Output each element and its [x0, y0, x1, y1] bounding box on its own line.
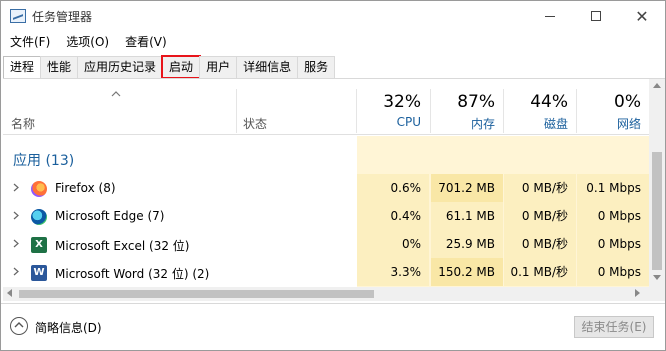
sort-ascending-icon[interactable] — [111, 91, 121, 97]
menu-options[interactable]: 选项(O) — [58, 32, 117, 52]
cpu-cell: 0.6% — [357, 174, 429, 202]
scroll-up-icon[interactable] — [653, 83, 661, 88]
horizontal-scroll-thumb[interactable] — [19, 290, 374, 298]
column-cpu[interactable]: 32% CPU — [357, 79, 429, 134]
network-label: 网络 — [616, 117, 641, 131]
menu-view[interactable]: 查看(V) — [117, 32, 175, 52]
edge-icon — [31, 209, 47, 225]
minimize-button[interactable] — [527, 1, 573, 31]
tab-strip: 进程 性能 应用历史记录 启动 用户 详细信息 服务 — [3, 55, 336, 79]
table-row[interactable]: W Microsoft Word (32 位) (2) 3.3% 150.2 M… — [3, 258, 649, 286]
tab-performance[interactable]: 性能 — [40, 56, 79, 78]
disk-label: 磁盘 — [543, 117, 568, 131]
network-cell: 0 Mbps — [577, 258, 649, 286]
tab-processes[interactable]: 进程 — [3, 56, 42, 79]
process-name: Microsoft Word (32 位) (2) — [55, 267, 210, 281]
memory-cell: 150.2 MB — [431, 258, 503, 286]
scroll-left-icon[interactable] — [7, 289, 12, 297]
cpu-cell: 0% — [357, 230, 429, 258]
memory-cell: 25.9 MB — [431, 230, 503, 258]
word-icon: W — [31, 265, 47, 281]
menu-bar: 文件(F) 选项(O) 查看(V) — [1, 32, 175, 52]
close-icon: ✕ — [635, 6, 649, 26]
column-name[interactable]: 名称 — [11, 115, 35, 132]
group-title: 应用 (13) — [13, 153, 75, 169]
cpu-cell: 0.4% — [357, 202, 429, 230]
tab-details[interactable]: 详细信息 — [236, 56, 299, 78]
window-title: 任务管理器 — [32, 10, 93, 24]
disk-cell: 0.1 MB/秒 — [504, 258, 576, 286]
maximize-icon — [591, 11, 601, 21]
excel-icon: X — [31, 237, 47, 253]
footer-bar: 简略信息(D) 结束任务(E) — [1, 303, 665, 350]
firefox-icon — [31, 181, 47, 197]
cpu-cell: 3.3% — [357, 258, 429, 286]
chevron-right-icon[interactable] — [13, 267, 19, 276]
column-header: 名称 状态 32% CPU 87% 内存 44% 磁盘 0% 网络 — [3, 79, 649, 135]
maximize-button[interactable] — [573, 1, 619, 31]
process-list: 应用 (13) Firefox (8) 0.6% 701.2 MB 0 MB/秒… — [3, 136, 649, 288]
network-percent: 0% — [614, 92, 641, 112]
cpu-label: CPU — [396, 115, 421, 129]
process-name: Microsoft Edge (7) — [55, 209, 165, 223]
close-button[interactable]: ✕ — [619, 1, 665, 31]
minimize-icon — [545, 15, 555, 17]
chevron-right-icon[interactable] — [13, 211, 19, 220]
table-row[interactable]: Microsoft Edge (7) 0.4% 61.1 MB 0 MB/秒 0… — [3, 202, 649, 230]
collapse-details-icon[interactable] — [10, 317, 28, 335]
end-task-button[interactable]: 结束任务(E) — [574, 316, 654, 338]
vertical-scroll-thumb[interactable] — [652, 152, 662, 270]
scroll-down-icon[interactable] — [653, 275, 661, 280]
disk-percent: 44% — [530, 92, 568, 112]
chevron-right-icon[interactable] — [13, 239, 19, 248]
fewer-details-link[interactable]: 简略信息(D) — [35, 319, 102, 336]
column-memory[interactable]: 87% 内存 — [431, 79, 503, 134]
tab-users[interactable]: 用户 — [199, 56, 238, 78]
horizontal-scrollbar[interactable] — [3, 287, 649, 301]
title-bar: 任务管理器 ✕ — [1, 1, 665, 31]
group-header-apps[interactable]: 应用 (13) — [3, 136, 649, 174]
column-network[interactable]: 0% 网络 — [577, 79, 649, 134]
task-manager-icon — [10, 9, 26, 23]
tab-startup[interactable]: 启动 — [161, 55, 202, 79]
memory-cell: 701.2 MB — [431, 174, 503, 202]
disk-cell: 0 MB/秒 — [504, 202, 576, 230]
disk-cell: 0 MB/秒 — [504, 174, 576, 202]
scroll-right-icon[interactable] — [635, 289, 640, 297]
memory-label: 内存 — [470, 117, 495, 131]
tab-app-history[interactable]: 应用历史记录 — [77, 56, 164, 78]
column-disk[interactable]: 44% 磁盘 — [504, 79, 576, 134]
tab-services[interactable]: 服务 — [297, 56, 336, 78]
menu-file[interactable]: 文件(F) — [1, 32, 58, 52]
task-manager-window: 任务管理器 ✕ 文件(F) 选项(O) 查看(V) 进程 性能 应用历史记录 启… — [0, 0, 666, 351]
column-status[interactable]: 状态 — [243, 115, 267, 132]
network-cell: 0 Mbps — [577, 230, 649, 258]
scrollbar-corner — [649, 287, 665, 301]
table-row[interactable]: Firefox (8) 0.6% 701.2 MB 0 MB/秒 0.1 Mbp… — [3, 174, 649, 202]
vertical-scrollbar[interactable] — [649, 79, 665, 287]
chevron-right-icon[interactable] — [13, 183, 19, 192]
table-row[interactable]: X Microsoft Excel (32 位) 0% 25.9 MB 0 MB… — [3, 230, 649, 258]
memory-cell: 61.1 MB — [431, 202, 503, 230]
column-divider — [236, 89, 237, 133]
cpu-percent: 32% — [383, 92, 421, 112]
network-cell: 0.1 Mbps — [577, 174, 649, 202]
network-cell: 0 Mbps — [577, 202, 649, 230]
disk-cell: 0 MB/秒 — [504, 230, 576, 258]
process-name: Firefox (8) — [55, 181, 116, 195]
process-name: Microsoft Excel (32 位) — [55, 239, 190, 253]
memory-percent: 87% — [457, 92, 495, 112]
